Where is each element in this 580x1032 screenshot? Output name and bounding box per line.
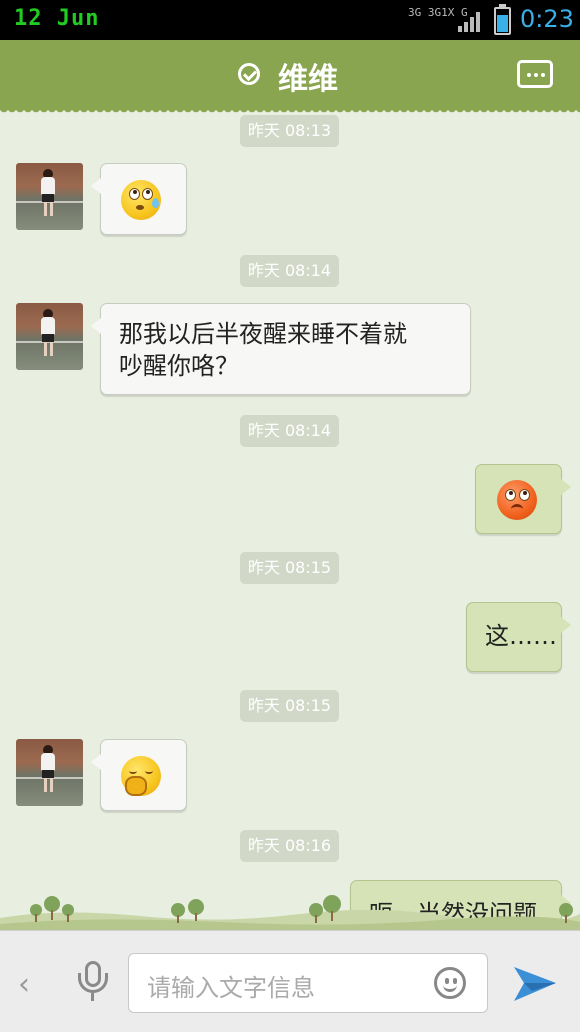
message-timestamp: 昨天 08:13 <box>240 115 339 147</box>
message-timestamp: 昨天 08:16 <box>240 830 339 862</box>
message-timestamp: 昨天 08:15 <box>240 552 339 584</box>
message-text: 这…… <box>485 622 557 650</box>
shy-face-icon <box>121 756 161 796</box>
chevron-left-icon[interactable]: ‹ <box>18 967 30 1002</box>
status-date: 12 Jun <box>14 6 100 31</box>
message-bubble[interactable]: 这…… <box>466 602 571 672</box>
message-text: 那我以后半夜醒来睡不着就 <box>119 320 407 348</box>
message-bubble[interactable] <box>475 464 571 534</box>
message-bubble[interactable] <box>91 739 187 811</box>
message-list[interactable]: 昨天 08:13 昨天 08:14 那我以后半夜醒来睡不着就 吵醒你咯？ 昨天 … <box>0 108 580 930</box>
input-bar: ‹ 请输入文字信息 <box>0 930 580 1032</box>
message-input-placeholder: 请输入文字信息 <box>147 974 315 1002</box>
status-time: 0:23 <box>520 5 574 33</box>
message-timestamp: 昨天 08:15 <box>240 690 339 722</box>
avatar[interactable] <box>16 163 83 230</box>
emoji-smile-icon[interactable] <box>434 967 466 999</box>
battery-icon <box>494 4 511 35</box>
message-timestamp: 昨天 08:14 <box>240 255 339 287</box>
more-menu-button[interactable] <box>517 60 553 88</box>
message-bubble[interactable] <box>91 163 187 235</box>
avatar[interactable] <box>16 739 83 806</box>
microphone-icon[interactable] <box>78 961 108 1003</box>
landscape-decoration <box>0 895 580 930</box>
message-text: 吵醒你咯？ <box>119 352 239 380</box>
message-bubble[interactable]: 那我以后半夜醒来睡不着就 吵醒你咯？ <box>91 303 471 395</box>
angry-face-icon <box>497 480 537 520</box>
message-input[interactable]: 请输入文字信息 <box>128 953 488 1013</box>
signal-icon <box>458 10 484 32</box>
contact-name: 维维 <box>278 62 338 97</box>
message-timestamp: 昨天 08:14 <box>240 415 339 447</box>
status-bar: 12 Jun 3G 3G1X G 0:23 <box>0 0 580 40</box>
sweat-face-icon <box>121 180 161 220</box>
check-circle-icon <box>238 63 260 85</box>
chat-header: 维维 <box>0 40 580 114</box>
send-icon[interactable] <box>512 961 558 1005</box>
avatar[interactable] <box>16 303 83 370</box>
